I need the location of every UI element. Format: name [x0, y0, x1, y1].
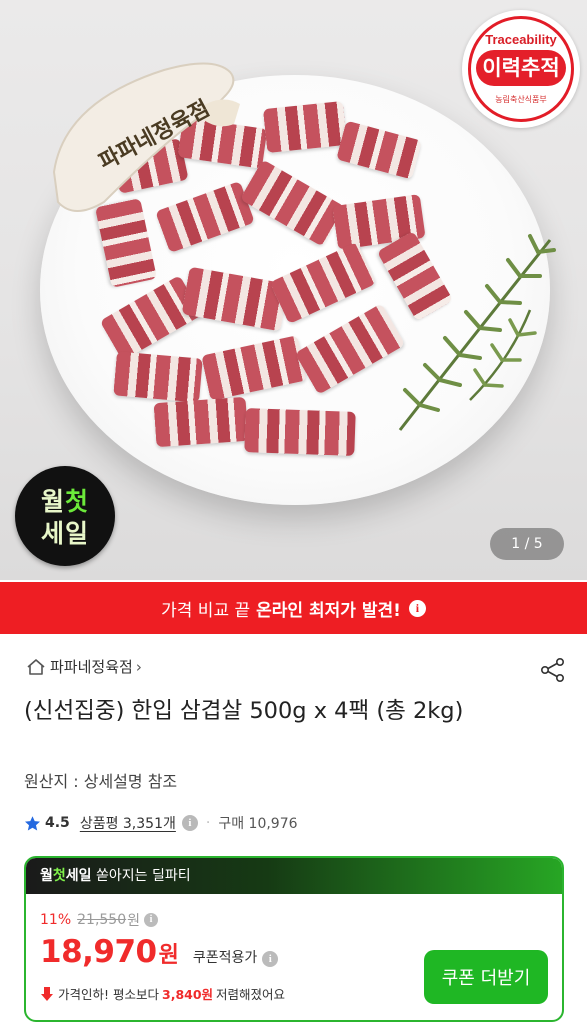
info-icon[interactable]: i [408, 599, 426, 617]
get-more-coupons-button[interactable]: 쿠폰 더받기 [424, 950, 548, 1004]
product-image[interactable]: 파파네정육점 Traceability 이력추적 농림축산식품부 월첫 세일 1… [0, 0, 587, 580]
chevron-right-icon: › [135, 657, 142, 676]
coupon-price-label: 쿠폰적용가 [192, 950, 258, 966]
deal-header-text: 쏟아지는 딜파티 [96, 868, 191, 884]
share-icon[interactable] [540, 657, 566, 683]
discount-percent: 11% [40, 912, 72, 928]
separator: · [205, 815, 211, 831]
rosemary-garnish-image [398, 234, 556, 431]
sale-price: 18,970 [40, 934, 157, 970]
info-icon[interactable]: i [181, 815, 198, 831]
rating-row: 4.5 상품평 3,351개 i · 구매 10,976 [24, 813, 298, 833]
monthly-sale-badge: 월첫 세일 [15, 466, 115, 566]
store-link[interactable]: 파파네정육점 › [26, 656, 142, 677]
traceability-badge: Traceability 이력추적 농림축산식품부 [462, 10, 580, 128]
lowest-price-banner[interactable]: 가격 비교 끝 온라인 최저가 발견! i [0, 582, 587, 634]
price-drop-note: 가격인하! 평소보다 3,840원 저렴해졌어요 [40, 984, 285, 1003]
info-icon[interactable]: i [144, 913, 159, 927]
image-pager: 1 / 5 [490, 528, 564, 560]
original-price: 21,550 [77, 912, 127, 928]
purchase-count: 구매 10,976 [218, 816, 298, 832]
star-icon [25, 815, 40, 830]
store-name: 파파네정육점 [50, 658, 133, 676]
mushroom-brand-logo: 파파네정육점 [52, 62, 240, 212]
deal-header: 월첫세일 쏟아지는 딜파티 [26, 858, 562, 894]
price-drop-amount: 3,840원 [162, 987, 214, 1002]
info-icon[interactable]: i [262, 951, 279, 967]
discount-row: 11% 21,550 원 i [40, 910, 159, 930]
deal-card: 월첫세일 쏟아지는 딜파티 11% 21,550 원 i 18,970 원 쿠폰… [24, 856, 564, 1022]
product-title: (신선집중) 한입 삼겹살 500g x 4팩 (총 2kg) [24, 698, 464, 724]
banner-highlight: 온라인 최저가 발견! [256, 600, 401, 621]
home-icon [27, 658, 45, 675]
rating-score: 4.5 [45, 815, 70, 831]
origin-info: 원산지 : 상세설명 참조 [24, 772, 178, 791]
price-row: 18,970 원 쿠폰적용가 i [40, 934, 279, 970]
arrow-down-icon [41, 986, 53, 1001]
reviews-link[interactable]: 상품평 3,351개 [80, 813, 176, 833]
banner-text: 가격 비교 끝 [161, 600, 251, 621]
